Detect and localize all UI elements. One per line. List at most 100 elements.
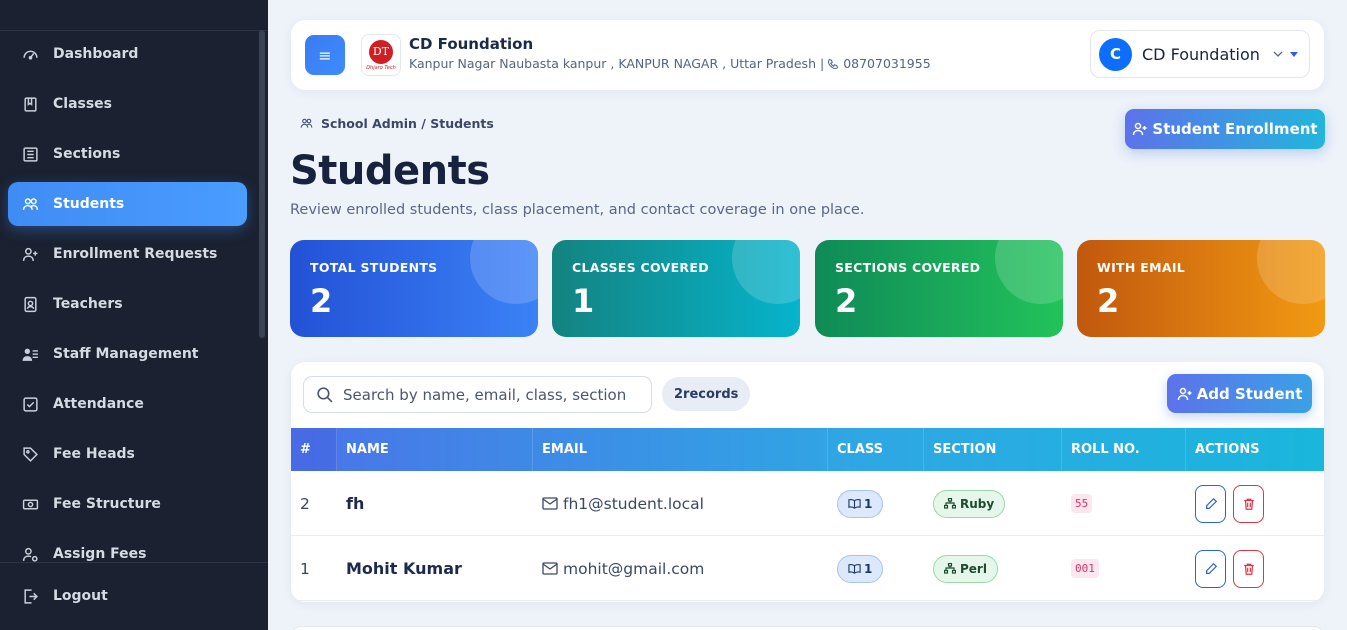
stat-label: CLASSES COVERED bbox=[572, 260, 709, 275]
student-enrollment-label: Student Enrollment bbox=[1152, 120, 1318, 138]
cell-actions bbox=[1186, 471, 1324, 536]
edit-button[interactable] bbox=[1195, 549, 1226, 588]
page-subtitle: Review enrolled students, class placemen… bbox=[290, 202, 865, 218]
account-dropdown[interactable]: C CD Foundation bbox=[1090, 30, 1310, 78]
sidebar-item-teachers[interactable]: Teachers bbox=[8, 282, 247, 326]
chevron-down-icon bbox=[1273, 51, 1283, 57]
stat-label: TOTAL STUDENTS bbox=[310, 260, 438, 275]
decorative-circle bbox=[995, 240, 1063, 304]
cell-email: fh1@student.local bbox=[533, 471, 828, 536]
column-header-num[interactable]: # bbox=[291, 428, 337, 471]
stat-value: 2 bbox=[310, 282, 333, 320]
person-add-icon bbox=[22, 247, 38, 261]
logout-label: Logout bbox=[53, 588, 108, 604]
sidebar: Dashboard Classes Sections Students Enro… bbox=[0, 0, 268, 630]
phone-icon bbox=[828, 58, 839, 69]
add-student-button[interactable]: Add Student bbox=[1167, 374, 1312, 413]
edit-button[interactable] bbox=[1195, 484, 1226, 523]
staff-icon bbox=[22, 348, 38, 361]
cell-num: 1 bbox=[300, 559, 310, 578]
sidebar-item-attendance[interactable]: Attendance bbox=[8, 382, 247, 426]
trash-icon bbox=[1243, 498, 1254, 510]
table-row[interactable]: 1 Mohit Kumar mohit@gmail.com 1 Perl 001 bbox=[291, 536, 1324, 601]
column-header-section[interactable]: SECTION bbox=[924, 428, 1062, 471]
decorative-circle bbox=[470, 240, 538, 304]
sidebar-item-sections[interactable]: Sections bbox=[8, 132, 247, 176]
badge-icon bbox=[24, 296, 37, 312]
pencil-icon bbox=[1205, 497, 1217, 509]
column-header-name[interactable]: NAME bbox=[337, 428, 533, 471]
sidebar-item-fee-heads[interactable]: Fee Heads bbox=[8, 432, 247, 476]
column-header-roll[interactable]: ROLL NO. bbox=[1062, 428, 1186, 471]
pencil-icon bbox=[1205, 562, 1217, 574]
org-name: CD Foundation bbox=[409, 35, 534, 53]
org-phone: 08707031955 bbox=[843, 56, 931, 71]
delete-button[interactable] bbox=[1233, 484, 1264, 523]
sidebar-item-enrollment-requests[interactable]: Enrollment Requests bbox=[8, 232, 247, 276]
email-text: mohit@gmail.com bbox=[563, 559, 705, 578]
sidebar-item-dashboard[interactable]: Dashboard bbox=[8, 32, 247, 76]
page-title: Students bbox=[290, 148, 490, 194]
book-open-icon bbox=[848, 563, 861, 574]
sidebar-item-classes[interactable]: Classes bbox=[8, 82, 247, 126]
sidebar-item-label: Sections bbox=[53, 146, 121, 162]
students-table-panel: 2records Add Student # NAME EMAIL CLASS … bbox=[291, 362, 1324, 602]
hierarchy-icon bbox=[944, 498, 956, 509]
class-value: 1 bbox=[864, 561, 873, 576]
sidebar-item-label: Dashboard bbox=[53, 46, 139, 62]
stat-value: 2 bbox=[1097, 282, 1120, 320]
sidebar-item-students[interactable]: Students bbox=[8, 182, 247, 226]
trash-icon bbox=[1243, 563, 1254, 575]
stat-card-total-students: TOTAL STUDENTS 2 bbox=[290, 240, 538, 337]
email-text: fh1@student.local bbox=[563, 494, 704, 513]
records-badge: 2records bbox=[662, 377, 751, 411]
search-input[interactable] bbox=[343, 385, 643, 404]
sidebar-item-staff-management[interactable]: Staff Management bbox=[8, 332, 247, 376]
section-value: Ruby bbox=[960, 496, 995, 511]
people-icon bbox=[300, 118, 313, 128]
logout-button[interactable]: Logout bbox=[8, 574, 247, 618]
sidebar-item-label: Fee Structure bbox=[53, 496, 161, 512]
search-icon bbox=[317, 387, 333, 403]
envelope-icon bbox=[542, 497, 558, 510]
column-header-email[interactable]: EMAIL bbox=[533, 428, 828, 471]
logout-icon bbox=[24, 588, 38, 604]
logo-seal: DT bbox=[369, 39, 393, 64]
list-icon bbox=[23, 146, 38, 162]
person-add-icon bbox=[1177, 387, 1192, 400]
breadcrumb-text: School Admin / Students bbox=[321, 116, 494, 131]
sidebar-item-fee-structure[interactable]: Fee Structure bbox=[8, 482, 247, 526]
stat-card-sections-covered: SECTIONS COVERED 2 bbox=[815, 240, 1063, 337]
column-header-actions: ACTIONS bbox=[1195, 442, 1260, 457]
breadcrumb: School Admin / Students bbox=[300, 116, 494, 131]
menu-toggle-button[interactable]: ≡ bbox=[305, 35, 345, 75]
sidebar-item-label: Students bbox=[53, 196, 125, 212]
student-enrollment-button[interactable]: Student Enrollment bbox=[1125, 109, 1325, 149]
sidebar-scrollbar[interactable] bbox=[259, 30, 265, 338]
cell-name: Mohit Kumar bbox=[346, 559, 462, 578]
roll-number: 55 bbox=[1071, 494, 1093, 513]
roll-number: 001 bbox=[1071, 559, 1099, 578]
hierarchy-icon bbox=[944, 563, 956, 574]
table-row[interactable]: 2 fh fh1@student.local 1 Ruby 55 bbox=[291, 471, 1324, 536]
delete-button[interactable] bbox=[1233, 549, 1264, 588]
cell-actions bbox=[1186, 536, 1324, 601]
sidebar-item-label: Assign Fees bbox=[53, 546, 147, 562]
cell-num: 2 bbox=[300, 494, 310, 513]
cell-email: mohit@gmail.com bbox=[533, 536, 828, 601]
account-name: CD Foundation bbox=[1142, 44, 1260, 64]
person-add-icon bbox=[1133, 122, 1147, 136]
sidebar-item-assign-fees[interactable]: Assign Fees bbox=[8, 532, 247, 576]
header-bar: ≡ DT Dhjaro Tech CD Foundation Kanpur Na… bbox=[291, 20, 1324, 90]
hamburger-icon: ≡ bbox=[318, 45, 332, 65]
caret-down-icon bbox=[1289, 51, 1298, 57]
column-header-class[interactable]: CLASS bbox=[828, 428, 924, 471]
sidebar-divider bbox=[0, 30, 268, 31]
book-open-icon bbox=[848, 498, 861, 509]
add-student-label: Add Student bbox=[1196, 384, 1303, 403]
person-gear-icon bbox=[22, 547, 38, 562]
people-icon bbox=[22, 197, 39, 210]
org-address-text: Kanpur Nagar Naubasta kanpur , KANPUR NA… bbox=[409, 56, 825, 71]
tag-icon bbox=[23, 446, 38, 462]
search-box[interactable] bbox=[303, 376, 652, 413]
